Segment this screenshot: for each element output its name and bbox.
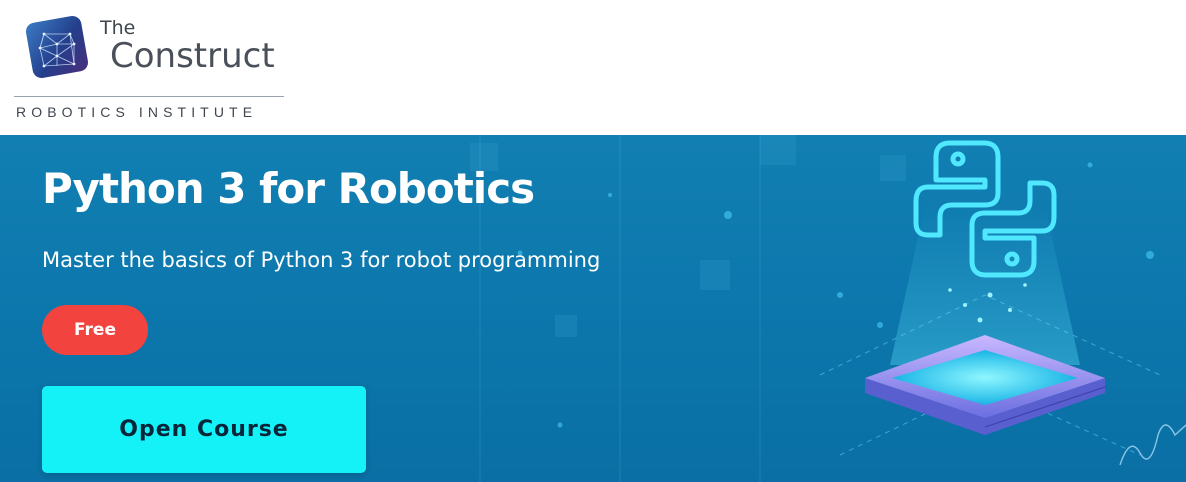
course-card: The Construct ROBOTICS INSTITUTE Python … (0, 0, 1186, 482)
course-banner: Python 3 for Robotics Master the basics … (0, 135, 1186, 482)
open-course-button[interactable]: Open Course (42, 386, 366, 473)
course-subtitle: Master the basics of Python 3 for robot … (42, 248, 601, 272)
brand-header: The Construct ROBOTICS INSTITUTE (0, 0, 1186, 135)
brand-tagline: ROBOTICS INSTITUTE (16, 104, 258, 120)
brand-name: Construct (110, 36, 275, 76)
construct-logo-icon (25, 15, 89, 79)
brand-divider (14, 96, 284, 97)
python-hologram-illustration (819, 140, 1186, 466)
price-badge: Free (42, 305, 148, 355)
course-title: Python 3 for Robotics (42, 164, 535, 213)
